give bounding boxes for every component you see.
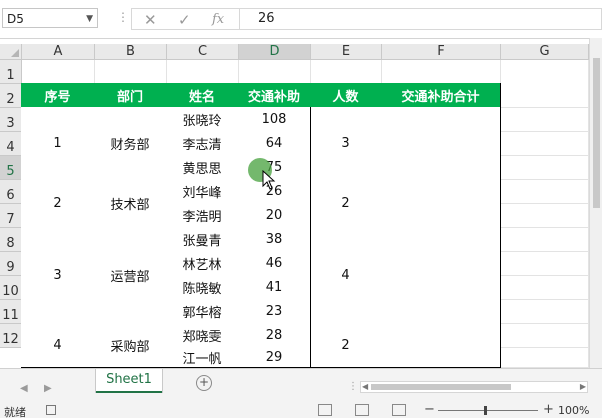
prev-sheet-icon[interactable]: ◀	[20, 383, 28, 394]
row-header-11[interactable]: 11	[0, 300, 22, 324]
header-cell[interactable]: 交通补助合计	[381, 83, 501, 108]
group-id-cell[interactable]: 2	[21, 179, 95, 228]
name-cell[interactable]: 张曼青	[166, 227, 239, 252]
row-header-7[interactable]: 7	[0, 204, 22, 228]
dept-cell[interactable]: 技术部	[94, 179, 167, 228]
name-box-value: D5	[7, 12, 24, 26]
dept-cell[interactable]: 财务部	[94, 107, 167, 180]
horizontal-scroll-thumb[interactable]	[371, 384, 511, 390]
name-cell[interactable]: 黄思思	[166, 155, 239, 180]
header-cell[interactable]: 序号	[21, 83, 95, 108]
row-header-9[interactable]: 9	[0, 252, 22, 276]
vertical-scroll-thumb[interactable]	[593, 58, 600, 208]
name-cell[interactable]: 李志清	[166, 131, 239, 156]
check-icon[interactable]: ✓	[178, 11, 191, 29]
subsidy-cell[interactable]: 23	[238, 299, 311, 324]
horizontal-scrollbar[interactable]: ◀ ▶	[360, 381, 588, 393]
zoom-level[interactable]: 100%	[558, 404, 589, 417]
page-layout-icon[interactable]	[355, 404, 369, 416]
add-sheet-icon[interactable]: +	[196, 375, 212, 391]
row-header-10[interactable]: 10	[0, 276, 22, 300]
subsidy-cell[interactable]: 41	[238, 275, 311, 300]
sheet-tab-sheet1[interactable]: Sheet1	[96, 369, 162, 393]
name-cell[interactable]: 林艺林	[166, 251, 239, 276]
row-header-3[interactable]: 3	[0, 108, 22, 132]
formula-input[interactable]: 26	[239, 8, 602, 30]
header-cell[interactable]: 交通补助	[238, 83, 311, 108]
subsidy-cell[interactable]: 46	[238, 251, 311, 276]
accessibility-icon[interactable]	[46, 405, 56, 415]
total-cell[interactable]	[381, 107, 501, 180]
dots-icon: ⋮	[348, 381, 358, 392]
group-id-cell[interactable]: 4	[21, 323, 95, 368]
header-cell[interactable]: 人数	[310, 83, 382, 108]
close-icon[interactable]: ✕	[144, 11, 157, 29]
scroll-left-icon[interactable]: ◀	[362, 382, 368, 391]
zoom-slider-thumb[interactable]	[484, 406, 487, 415]
formula-buttons: ✕ ✓ fx	[131, 8, 239, 30]
select-all-corner[interactable]	[0, 44, 22, 60]
count-cell[interactable]: 3	[310, 107, 382, 180]
column-header-c[interactable]: C	[167, 44, 239, 60]
sheet-tab-bar: ◀ ▶ Sheet1 + ⋮ ◀ ▶	[0, 368, 602, 405]
group-id-cell[interactable]: 1	[21, 107, 95, 180]
row-header-12[interactable]: 12	[0, 324, 22, 348]
subsidy-cell[interactable]: 29	[238, 347, 311, 368]
column-header-e[interactable]: E	[311, 44, 382, 60]
name-cell[interactable]: 刘华峰	[166, 179, 239, 204]
subsidy-cell[interactable]: 28	[238, 323, 311, 348]
function-icon[interactable]: fx	[212, 12, 224, 27]
column-header-d[interactable]: D	[239, 44, 311, 60]
name-cell[interactable]: 李浩明	[166, 203, 239, 228]
name-cell[interactable]: 郭华榕	[166, 299, 239, 324]
column-header-f[interactable]: F	[382, 44, 501, 60]
dept-cell[interactable]: 运营部	[94, 227, 167, 324]
next-sheet-icon[interactable]: ▶	[44, 383, 52, 394]
name-cell[interactable]: 郑晓雯	[166, 323, 239, 348]
page-break-icon[interactable]	[392, 404, 406, 416]
status-bar: 就绪 − + 100%	[0, 402, 602, 419]
mouse-pointer-icon	[262, 170, 276, 190]
count-cell[interactable]: 4	[310, 227, 382, 324]
column-header-b[interactable]: B	[95, 44, 167, 60]
scroll-right-icon[interactable]: ▶	[580, 382, 586, 391]
name-cell[interactable]: 陈晓敏	[166, 275, 239, 300]
subsidy-cell[interactable]: 64	[238, 131, 311, 156]
normal-view-icon[interactable]	[318, 404, 332, 416]
row-header-6[interactable]: 6	[0, 180, 22, 204]
name-box[interactable]: D5 ▼	[2, 8, 98, 28]
row-header-5[interactable]: 5	[0, 156, 22, 180]
row-header-8[interactable]: 8	[0, 228, 22, 252]
subsidy-cell[interactable]: 20	[238, 203, 311, 228]
header-cell[interactable]: 部门	[94, 83, 167, 108]
drag-handle-icon[interactable]: ⋮	[117, 10, 129, 24]
subsidy-cell[interactable]: 108	[238, 107, 311, 132]
column-header-a[interactable]: A	[22, 44, 95, 60]
vertical-scrollbar[interactable]	[589, 38, 602, 368]
row-header-1[interactable]: 1	[0, 60, 22, 84]
subsidy-cell[interactable]: 38	[238, 227, 311, 252]
count-cell[interactable]: 2	[310, 323, 382, 368]
zoom-in-icon[interactable]: +	[543, 402, 554, 417]
total-cell[interactable]	[381, 227, 501, 324]
count-cell[interactable]: 2	[310, 179, 382, 228]
zoom-out-icon[interactable]: −	[424, 402, 435, 417]
column-header-g[interactable]: G	[501, 44, 589, 60]
row-header-4[interactable]: 4	[0, 132, 22, 156]
zoom-slider[interactable]	[438, 410, 538, 411]
sheet-grid: ABCDEFG 1 2 3 4 5 6 7 8 9 10 11 12 序号 部门 姓名 交通补助 人数 交通补助…	[0, 38, 590, 368]
total-cell[interactable]	[381, 323, 501, 368]
row-header-2[interactable]: 2	[0, 84, 22, 108]
dept-cell[interactable]: 采购部	[94, 323, 167, 368]
header-cell[interactable]: 姓名	[166, 83, 239, 108]
chevron-down-icon[interactable]: ▼	[86, 9, 93, 29]
total-cell[interactable]	[381, 179, 501, 228]
name-cell[interactable]: 张晓玲	[166, 107, 239, 132]
formula-bar: D5 ▼ ⋮ ✕ ✓ fx 26	[0, 0, 602, 39]
group-id-cell[interactable]: 3	[21, 227, 95, 324]
name-cell[interactable]: 江一帆	[166, 347, 239, 368]
